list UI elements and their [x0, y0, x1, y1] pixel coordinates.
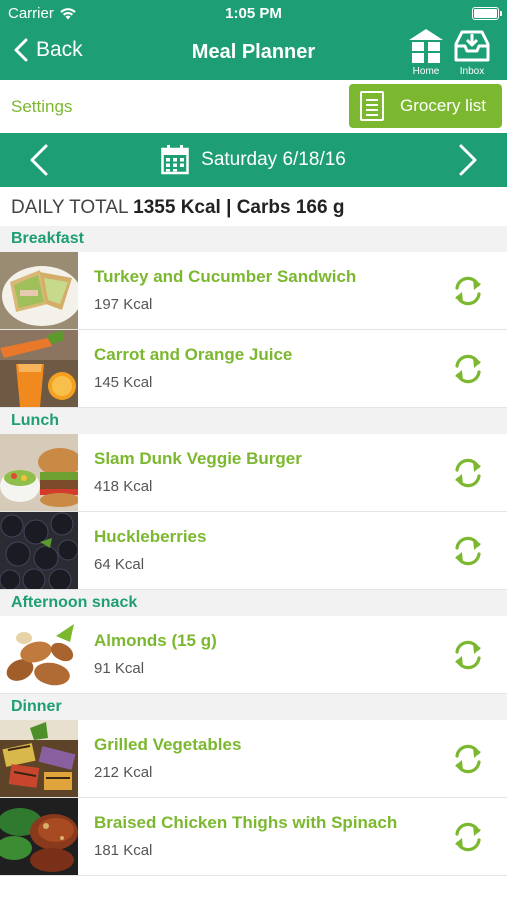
- refresh-icon[interactable]: [451, 638, 485, 672]
- meal-list: Breakfast Turkey and Cucumber Sandwich 197…: [0, 226, 507, 876]
- daily-total-value: 1355 Kcal | Carbs 166 g: [133, 197, 345, 218]
- meal-item[interactable]: Grilled Vegetables 212 Kcal: [0, 720, 507, 798]
- date-label: Saturday 6/18/16: [201, 149, 346, 170]
- meal-photo: [0, 330, 78, 407]
- refresh-icon[interactable]: [451, 742, 485, 776]
- meal-kcal: 64 Kcal: [94, 556, 145, 573]
- meal-kcal: 197 Kcal: [94, 296, 153, 313]
- meal-kcal: 91 Kcal: [94, 660, 145, 677]
- meal-photo: [0, 798, 78, 875]
- meal-photo: [0, 720, 78, 797]
- status-time: 1:05 PM: [225, 5, 282, 22]
- calendar-icon: [161, 145, 189, 175]
- next-day-button[interactable]: [453, 143, 483, 177]
- home-icon: [409, 29, 443, 63]
- meal-photo: [0, 616, 78, 693]
- section-header: Breakfast: [0, 226, 507, 252]
- refresh-icon[interactable]: [451, 274, 485, 308]
- inbox-label: Inbox: [459, 66, 485, 77]
- meal-photo: [0, 512, 78, 589]
- status-bar: Carrier 1:05 PM: [0, 0, 507, 28]
- grocery-list-button[interactable]: Grocery list: [349, 84, 502, 128]
- meal-name: Huckleberries: [94, 527, 207, 546]
- meal-planner-screen: Carrier 1:05 PM Back Meal Planner Home I…: [0, 0, 507, 900]
- meal-kcal: 418 Kcal: [94, 478, 153, 495]
- inbox-download-icon: [454, 30, 490, 62]
- battery-icon: [472, 7, 502, 20]
- back-button[interactable]: Back: [14, 38, 83, 62]
- meal-name: Braised Chicken Thighs with Spinach: [94, 813, 398, 832]
- meal-name: Turkey and Cucumber Sandwich: [94, 267, 357, 286]
- meal-photo: [0, 252, 78, 329]
- meal-kcal: 145 Kcal: [94, 374, 153, 391]
- section-header: Afternoon snack: [0, 590, 507, 616]
- list-document-icon: [360, 91, 384, 121]
- refresh-icon[interactable]: [451, 352, 485, 386]
- section-header: Lunch: [0, 408, 507, 434]
- chevron-left-icon: [14, 38, 28, 62]
- refresh-icon[interactable]: [451, 820, 485, 854]
- inbox-button[interactable]: Inbox: [451, 28, 493, 78]
- daily-total-label: DAILY TOTAL: [11, 197, 128, 218]
- home-button[interactable]: Home: [405, 28, 447, 78]
- settings-link[interactable]: Settings: [11, 97, 72, 117]
- refresh-icon[interactable]: [451, 534, 485, 568]
- meal-name: Grilled Vegetables: [94, 735, 242, 754]
- grocery-list-label: Grocery list: [400, 96, 486, 115]
- daily-total: DAILY TOTAL 1355 Kcal | Carbs 166 g: [11, 197, 344, 219]
- meal-item[interactable]: Slam Dunk Veggie Burger 418 Kcal: [0, 434, 507, 512]
- navigation-bar: Back Meal Planner Home Inbox: [0, 28, 507, 80]
- meal-item[interactable]: Turkey and Cucumber Sandwich 197 Kcal: [0, 252, 507, 330]
- date-selector: Saturday 6/18/16: [0, 133, 507, 187]
- date-display: Saturday 6/18/16: [0, 145, 507, 175]
- meal-item[interactable]: Huckleberries 64 Kcal: [0, 512, 507, 590]
- refresh-icon[interactable]: [451, 456, 485, 490]
- meal-kcal: 212 Kcal: [94, 764, 153, 781]
- meal-item[interactable]: Almonds (15 g) 91 Kcal: [0, 616, 507, 694]
- meal-kcal: 181 Kcal: [94, 842, 153, 859]
- section-header: Dinner: [0, 694, 507, 720]
- meal-name: Slam Dunk Veggie Burger: [94, 449, 302, 468]
- back-label: Back: [36, 38, 83, 61]
- meal-item[interactable]: Braised Chicken Thighs with Spinach 181 K…: [0, 798, 507, 876]
- meal-name: Almonds (15 g): [94, 631, 217, 650]
- meal-photo: [0, 434, 78, 511]
- meal-item[interactable]: Carrot and Orange Juice 145 Kcal: [0, 330, 507, 408]
- top-bar: Carrier 1:05 PM Back Meal Planner Home I…: [0, 0, 507, 80]
- meal-name: Carrot and Orange Juice: [94, 345, 293, 364]
